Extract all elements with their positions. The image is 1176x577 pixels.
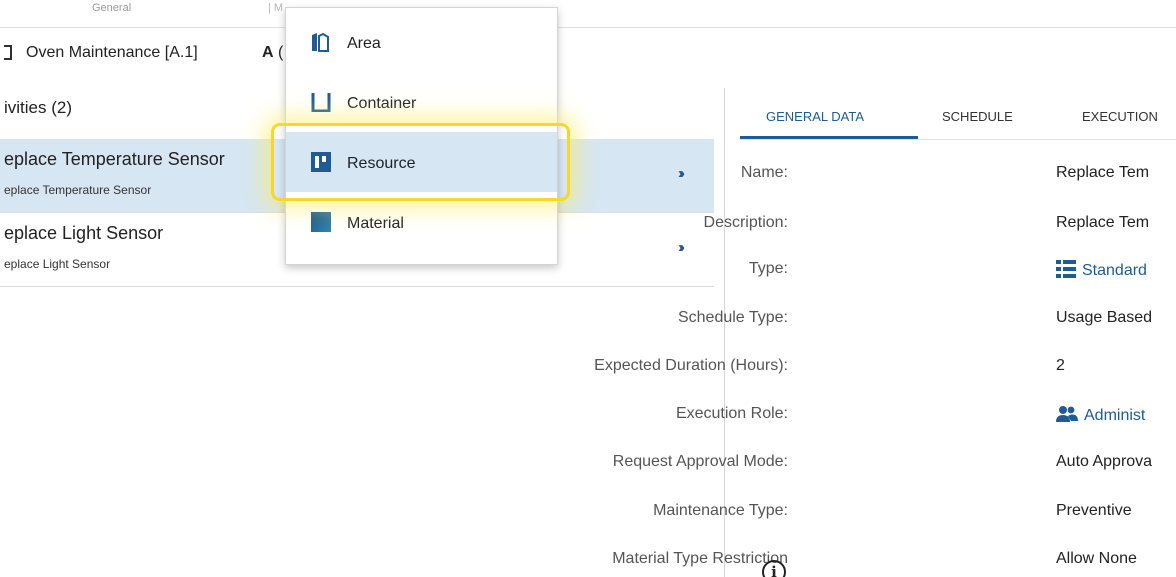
users-icon [1056, 406, 1078, 422]
activities-header: ivities (2) [4, 98, 73, 117]
breadcrumb-bar: General | M [0, 0, 1176, 28]
property-value: Usage Based [1056, 309, 1153, 326]
list-icon [1056, 260, 1076, 278]
property-value: Replace Tem [1056, 214, 1150, 231]
tab-general-data[interactable]: GENERAL DATA [766, 109, 864, 124]
property-value: Auto Approva [1056, 453, 1153, 470]
menu-item-label: Resource [347, 155, 416, 172]
object-header: Oven Maintenance [A.1] A ( [0, 36, 1176, 66]
chevron-right-icon[interactable]: ››› [678, 239, 685, 256]
property-approval-mode: Request Approval Mode: Auto Approva [613, 453, 1176, 477]
property-name: Name: Replace Tem [740, 164, 1176, 188]
object-suffix: ( [278, 44, 284, 61]
property-value: Standard [1082, 262, 1147, 279]
tab-schedule[interactable]: SCHEDULE [942, 109, 1013, 124]
info-icon[interactable]: i [762, 560, 786, 577]
property-label: Description: [703, 214, 788, 231]
container-icon [311, 93, 331, 112]
property-maintenance-type: Maintenance Type: Preventive [653, 502, 1176, 526]
property-role-link[interactable]: Administ [1056, 405, 1145, 425]
property-label: Type: [748, 260, 788, 277]
object-bracket-icon [4, 45, 12, 60]
menu-item-label: Container [347, 95, 417, 112]
property-value: Allow None [1056, 550, 1137, 567]
property-label: Execution Role: [675, 405, 788, 422]
property-label: Maintenance Type: [653, 502, 788, 519]
resource-icon [311, 152, 331, 172]
property-value: 2 [1056, 357, 1065, 374]
property-execution-role: Execution Role: Administ [676, 405, 1176, 429]
breadcrumb-general[interactable]: General [92, 2, 131, 14]
property-value: Replace Tem [1056, 164, 1150, 181]
menu-item-label: Area [347, 35, 381, 52]
list-item-subtitle: eplace Temperature Sensor [4, 183, 152, 197]
object-letter: A [262, 44, 274, 61]
active-tab-indicator [740, 136, 918, 139]
property-label: Expected Duration (Hours): [594, 357, 788, 374]
property-expected-duration: Expected Duration (Hours): 2 [594, 357, 1176, 381]
entity-type-dropdown: Area Container Resource Material [285, 7, 558, 265]
property-schedule-type: Schedule Type: Usage Based [678, 309, 1176, 333]
detail-tabs: GENERAL DATA SCHEDULE EXECUTION [740, 92, 1176, 140]
property-value: Administ [1084, 407, 1146, 424]
page-title: Oven Maintenance [A.1] [26, 44, 198, 61]
list-item-title: eplace Temperature Sensor [4, 149, 225, 169]
property-label: Request Approval Mode: [612, 453, 788, 470]
property-description: Description: Replace Tem [704, 214, 1176, 238]
menu-item-container[interactable]: Container [286, 72, 557, 132]
list-item-title: eplace Light Sensor [4, 223, 164, 243]
list-item-subtitle: eplace Light Sensor [4, 257, 111, 271]
material-icon [311, 212, 331, 232]
property-label: Schedule Type: [677, 309, 788, 326]
property-type: Type: Standard [740, 260, 1176, 284]
menu-item-resource[interactable]: Resource [286, 132, 557, 192]
property-value: Preventive [1056, 502, 1132, 519]
property-label: Name: [740, 164, 788, 181]
breadcrumb-next[interactable]: | M [268, 2, 283, 14]
property-material-restriction: Material Type Restriction Allow None [612, 550, 1176, 574]
property-type-link[interactable]: Standard [1056, 260, 1147, 280]
area-icon [312, 32, 329, 52]
menu-item-area[interactable]: Area [286, 12, 557, 72]
chevron-right-icon[interactable]: ››› [678, 165, 685, 182]
menu-item-label: Material [347, 215, 404, 232]
tab-execution[interactable]: EXECUTION [1082, 109, 1158, 124]
menu-item-material[interactable]: Material [286, 192, 557, 252]
property-label: Material Type Restriction [612, 550, 788, 567]
